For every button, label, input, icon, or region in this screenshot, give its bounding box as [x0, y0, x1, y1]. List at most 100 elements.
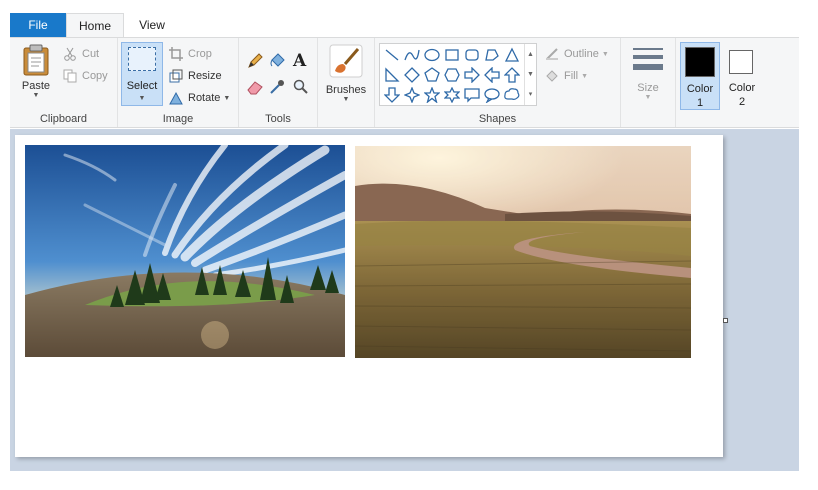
cut-button[interactable]: Cut	[62, 46, 99, 62]
crop-button[interactable]: Crop	[168, 46, 212, 62]
color1-button[interactable]: Color 1	[680, 42, 720, 110]
rectangle-shape-icon[interactable]	[442, 45, 462, 65]
clipboard-group-label: Clipboard	[39, 113, 88, 125]
resize-icon	[168, 68, 184, 84]
polygon-shape-icon[interactable]	[482, 45, 502, 65]
tab-home[interactable]: Home	[66, 13, 124, 38]
scissors-icon	[62, 46, 78, 62]
curve-shape-icon[interactable]	[402, 45, 422, 65]
canvas-image-field-road	[355, 146, 691, 358]
canvas-workspace[interactable]	[10, 129, 799, 471]
brushes-label: Brushes	[325, 84, 367, 96]
rotate-button[interactable]: Rotate ▼	[168, 90, 230, 106]
ribbon: Paste ▼ Cut Copy Clipboard Image Select …	[10, 37, 799, 128]
brushes-button[interactable]: Brushes ▼	[322, 44, 370, 103]
left-arrow-shape-icon[interactable]	[482, 65, 502, 85]
copy-icon	[62, 68, 78, 84]
five-point-star-shape-icon[interactable]	[422, 85, 442, 105]
paste-icon	[21, 44, 51, 76]
outline-icon	[544, 46, 560, 62]
text-icon: A	[293, 51, 307, 71]
tab-view[interactable]: View	[124, 13, 180, 37]
text-tool[interactable]: A	[293, 51, 306, 71]
image-group-label: Image	[162, 113, 194, 125]
triangle-shape-icon[interactable]	[502, 45, 522, 65]
eraser-icon	[247, 79, 263, 95]
down-arrow-shape-icon[interactable]	[382, 85, 402, 105]
select-label: Select	[126, 80, 158, 92]
chevron-down-icon: ▼	[223, 94, 231, 102]
select-icon	[128, 47, 156, 71]
fill-label: Fill	[564, 70, 579, 82]
chevron-down-icon: ▼	[581, 72, 588, 80]
shapes-scrollbar[interactable]: ▲ ▼ ▾	[524, 44, 536, 105]
drawing-canvas[interactable]	[15, 135, 723, 457]
chevron-down-icon: ▼	[601, 50, 609, 58]
chevron-down-icon: ▼	[342, 96, 350, 103]
scroll-up-icon[interactable]: ▲	[525, 44, 536, 64]
outline-button[interactable]: Outline ▼	[544, 46, 609, 62]
paste-label: Paste	[21, 80, 51, 92]
shapes-group-label: Shapes	[478, 113, 517, 125]
oval-shape-icon[interactable]	[422, 45, 442, 65]
chevron-down-icon: ▼	[32, 92, 40, 99]
cloud-callout-shape-icon[interactable]	[502, 85, 522, 105]
gallery-expand-icon[interactable]: ▾	[525, 84, 536, 104]
paste-button[interactable]: Paste ▼	[16, 44, 56, 99]
fill-tool[interactable]	[269, 53, 289, 69]
diamond-shape-icon[interactable]	[402, 65, 422, 85]
rotate-icon	[168, 90, 184, 106]
outline-label: Outline	[564, 48, 599, 60]
color2-button[interactable]: Color 2	[722, 42, 762, 110]
color-picker-tool[interactable]	[269, 79, 289, 95]
copy-label: Copy	[82, 70, 108, 82]
brush-icon	[329, 44, 363, 78]
right-arrow-shape-icon[interactable]	[462, 65, 482, 85]
eraser-tool[interactable]	[247, 79, 267, 95]
four-point-star-shape-icon[interactable]	[402, 85, 422, 105]
size-label: Size	[637, 82, 659, 94]
rounded-rectangle-shape-icon[interactable]	[462, 45, 482, 65]
clipboard-group: Paste ▼ Cut Copy Clipboard	[10, 38, 118, 127]
magnifier-icon	[293, 79, 309, 95]
resize-button[interactable]: Resize	[168, 68, 222, 84]
color2-number: 2	[738, 96, 746, 108]
eyedropper-icon	[269, 79, 285, 95]
up-arrow-shape-icon[interactable]	[502, 65, 522, 85]
shapes-gallery: ▲ ▼ ▾	[379, 43, 537, 106]
color1-number: 1	[696, 97, 704, 109]
size-button[interactable]: Size ▼	[626, 46, 670, 101]
paint-bucket-icon	[269, 53, 285, 69]
line-shape-icon[interactable]	[382, 45, 402, 65]
right-triangle-shape-icon[interactable]	[382, 65, 402, 85]
color1-label: Color	[686, 83, 714, 95]
pencil-tool[interactable]	[247, 53, 267, 69]
resize-label: Resize	[188, 70, 222, 82]
tools-group-label: Tools	[265, 113, 291, 125]
tab-file[interactable]: File	[10, 13, 66, 37]
fill-icon	[544, 68, 560, 84]
color2-swatch	[729, 50, 753, 74]
copy-button[interactable]: Copy	[62, 68, 108, 84]
rotate-label: Rotate	[188, 92, 221, 104]
rect-callout-shape-icon[interactable]	[462, 85, 482, 105]
cut-label: Cut	[82, 48, 100, 60]
crop-icon	[168, 46, 184, 62]
oval-callout-shape-icon[interactable]	[482, 85, 502, 105]
hexagon-shape-icon[interactable]	[442, 65, 462, 85]
pentagon-shape-icon[interactable]	[422, 65, 442, 85]
scroll-down-icon[interactable]: ▼	[525, 64, 536, 84]
select-button[interactable]: Select ▼	[121, 42, 163, 106]
six-point-star-shape-icon[interactable]	[442, 85, 462, 105]
pencil-icon	[247, 53, 263, 69]
canvas-image-sky-hill	[25, 145, 345, 357]
color2-label: Color	[728, 82, 756, 94]
crop-label: Crop	[188, 48, 212, 60]
line-size-icon	[631, 46, 665, 74]
chevron-down-icon: ▼	[644, 94, 652, 101]
canvas-resize-handle[interactable]	[723, 318, 728, 323]
color1-swatch	[685, 47, 715, 77]
magnifier-tool[interactable]	[293, 79, 313, 95]
ribbon-tabs: File Home View	[10, 13, 799, 38]
fill-button[interactable]: Fill ▼	[544, 68, 588, 84]
